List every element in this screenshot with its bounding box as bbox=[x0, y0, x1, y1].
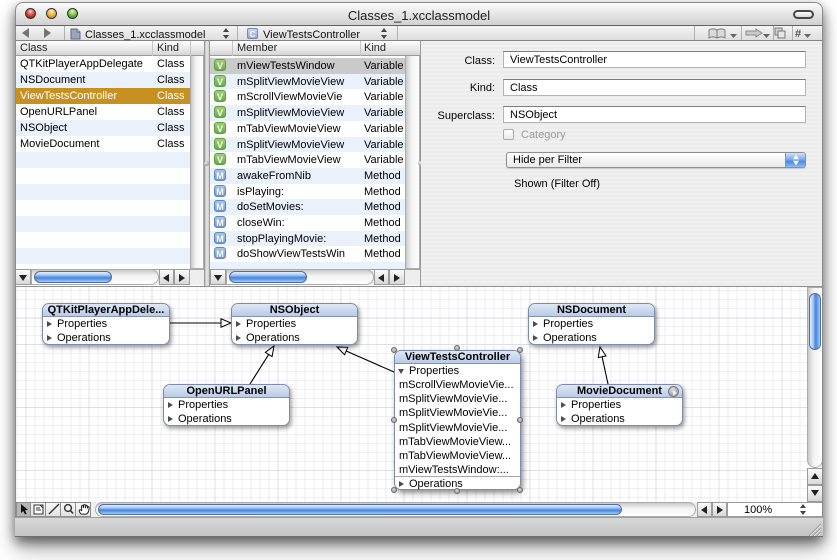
svg-text:#: # bbox=[795, 28, 801, 40]
